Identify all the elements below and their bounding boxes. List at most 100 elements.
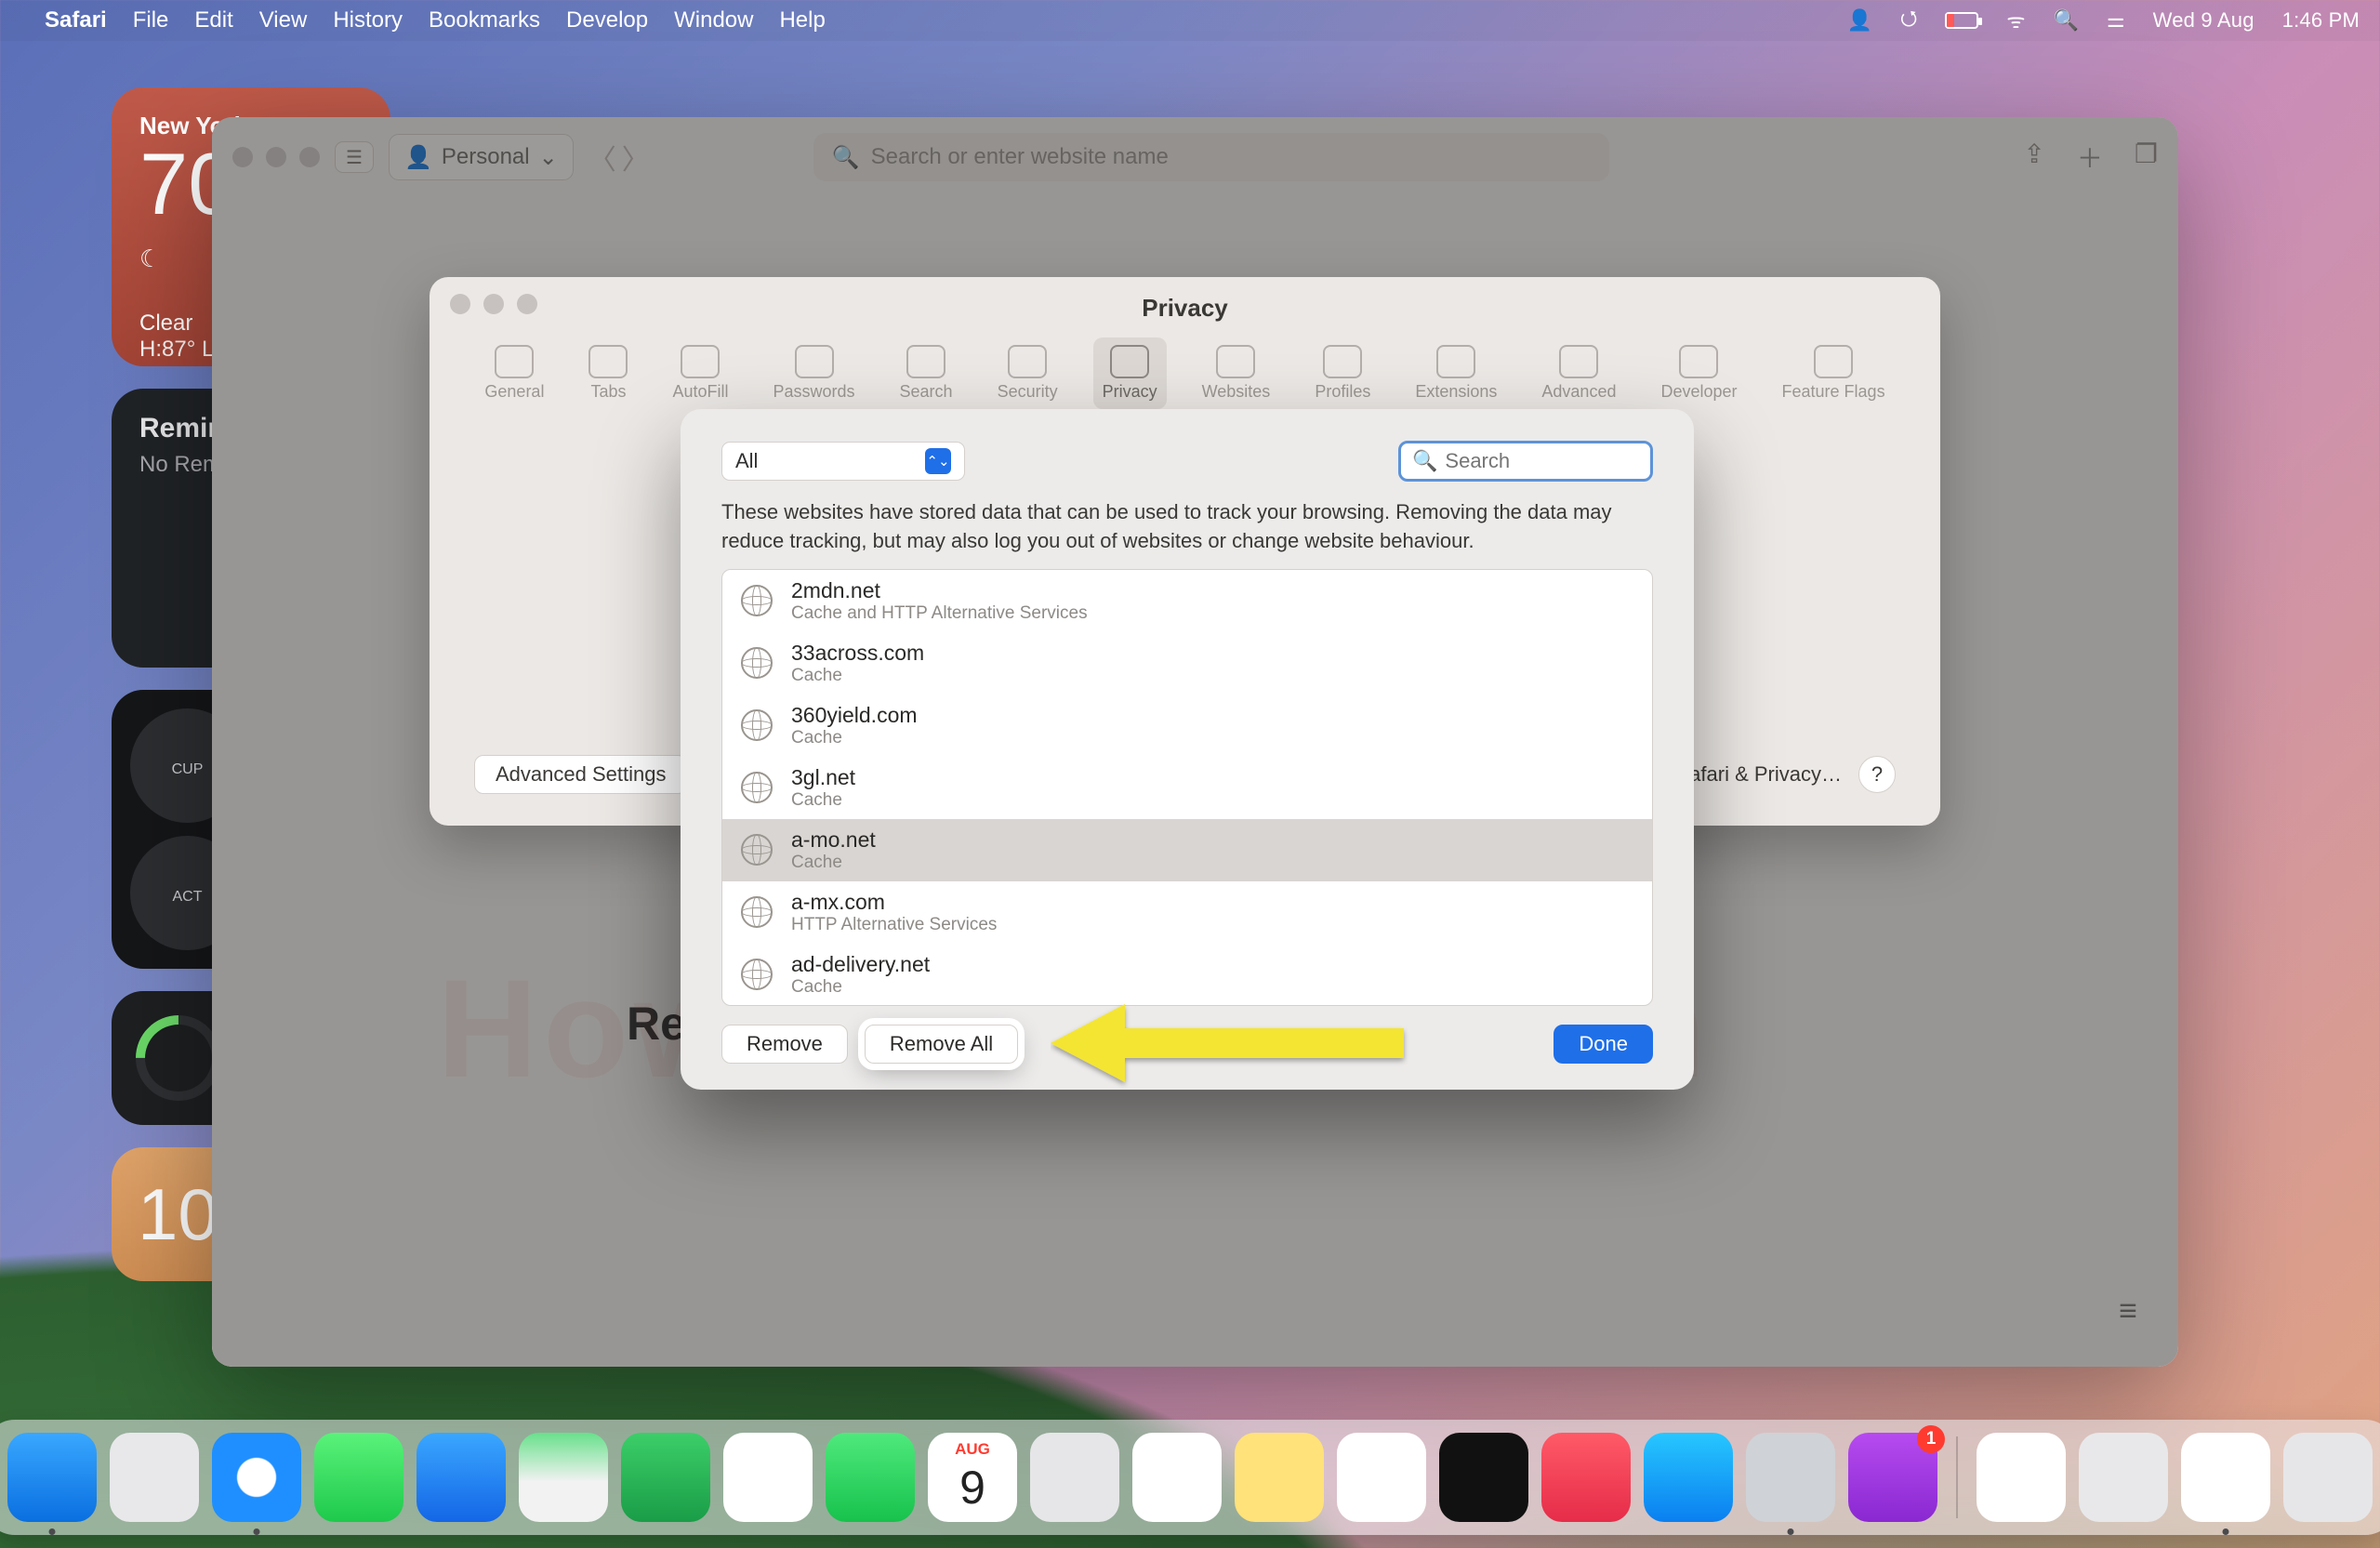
row-detail: Cache bbox=[791, 728, 918, 748]
dock-reminders[interactable] bbox=[1132, 1433, 1222, 1522]
tab-icon bbox=[1008, 345, 1047, 378]
annotation-arrow bbox=[1051, 987, 1422, 1118]
dock-messages[interactable] bbox=[314, 1433, 403, 1522]
dock-disk-utility[interactable] bbox=[2079, 1433, 2168, 1522]
spotlight-icon[interactable]: 🔍 bbox=[2053, 8, 2078, 33]
menu-history[interactable]: History bbox=[333, 7, 403, 33]
address-bar[interactable]: 🔍 Search or enter website name bbox=[813, 133, 1609, 181]
profile-button[interactable]: 👤 Personal ⌄ bbox=[389, 134, 574, 180]
website-data-row[interactable]: a-mx.comHTTP Alternative Services bbox=[722, 881, 1652, 944]
forward-button[interactable]: 〉 bbox=[622, 137, 650, 178]
website-data-row[interactable]: 33across.comCache bbox=[722, 632, 1652, 695]
safari-toolbar: ☰ 👤 Personal ⌄ 〈 〉 🔍 Search or enter web… bbox=[212, 117, 2178, 197]
dock-home[interactable] bbox=[1977, 1433, 2066, 1522]
dock-screenshot[interactable] bbox=[2181, 1433, 2270, 1522]
settings-tab-security[interactable]: Security bbox=[988, 337, 1067, 409]
filter-popup[interactable]: All ⌃⌄ bbox=[721, 442, 965, 481]
dock-contacts[interactable] bbox=[1030, 1433, 1119, 1522]
dock-photos[interactable] bbox=[723, 1433, 813, 1522]
settings-tab-passwords[interactable]: Passwords bbox=[763, 337, 864, 409]
start-page-settings-icon[interactable]: ≡ bbox=[2119, 1293, 2137, 1330]
dock-finder[interactable] bbox=[7, 1433, 97, 1522]
tab-label: AutoFill bbox=[672, 382, 728, 402]
search-input[interactable] bbox=[1445, 449, 1712, 473]
settings-tab-privacy[interactable]: Privacy bbox=[1093, 337, 1167, 409]
tab-icon bbox=[681, 345, 720, 378]
search-field[interactable]: 🔍 bbox=[1398, 441, 1653, 482]
tab-icon bbox=[1679, 345, 1718, 378]
website-data-row[interactable]: a-mo.netCache bbox=[722, 819, 1652, 881]
dock-appstore[interactable] bbox=[1644, 1433, 1733, 1522]
row-detail: Cache bbox=[791, 853, 876, 873]
remove-button[interactable]: Remove bbox=[721, 1025, 848, 1064]
menubar-date[interactable]: Wed 9 Aug bbox=[2153, 8, 2254, 33]
dock-maps[interactable] bbox=[519, 1433, 608, 1522]
dock-freeform[interactable] bbox=[1337, 1433, 1426, 1522]
row-detail: HTTP Alternative Services bbox=[791, 915, 997, 935]
help-button[interactable]: ? bbox=[1858, 756, 1896, 793]
dock-system-settings[interactable] bbox=[1746, 1433, 1835, 1522]
app-menu[interactable]: Safari bbox=[45, 7, 107, 33]
remove-all-button[interactable]: Remove All bbox=[865, 1025, 1018, 1064]
website-data-row[interactable]: 360yield.comCache bbox=[722, 695, 1652, 757]
dock-music[interactable] bbox=[1541, 1433, 1631, 1522]
website-data-row[interactable]: 3gl.netCache bbox=[722, 757, 1652, 819]
dock-mail[interactable] bbox=[416, 1433, 506, 1522]
tab-label: General bbox=[484, 382, 544, 402]
menu-window[interactable]: Window bbox=[674, 7, 753, 33]
timemachine-icon[interactable]: ⭯ bbox=[1900, 3, 1918, 38]
settings-tab-websites[interactable]: Websites bbox=[1193, 337, 1280, 409]
menubar-time[interactable]: 1:46 PM bbox=[2282, 8, 2360, 33]
user-icon[interactable]: 👤 bbox=[1846, 8, 1871, 33]
dock-safari[interactable] bbox=[212, 1433, 301, 1522]
back-button[interactable]: 〈 bbox=[588, 137, 616, 178]
menu-file[interactable]: File bbox=[133, 7, 169, 33]
done-button[interactable]: Done bbox=[1554, 1025, 1653, 1064]
tab-icon bbox=[1436, 345, 1475, 378]
dock-calendar[interactable]: AUG 9 bbox=[928, 1433, 1017, 1522]
row-domain: a-mx.com bbox=[791, 890, 997, 915]
settings-tab-tabs[interactable]: Tabs bbox=[579, 337, 637, 409]
wifi-icon[interactable]: ᯤ bbox=[2006, 7, 2025, 34]
settings-tab-feature-flags[interactable]: Feature Flags bbox=[1773, 337, 1895, 409]
settings-tab-extensions[interactable]: Extensions bbox=[1406, 337, 1506, 409]
settings-tab-autofill[interactable]: AutoFill bbox=[663, 337, 737, 409]
website-data-list[interactable]: 2mdn.netCache and HTTP Alternative Servi… bbox=[721, 569, 1653, 1006]
dock-launchpad[interactable] bbox=[110, 1433, 199, 1522]
new-tab-icon[interactable]: ＋ bbox=[2077, 139, 2103, 176]
menu-bookmarks[interactable]: Bookmarks bbox=[429, 7, 540, 33]
menu-edit[interactable]: Edit bbox=[194, 7, 232, 33]
dock-findmy[interactable] bbox=[621, 1433, 710, 1522]
tab-label: Feature Flags bbox=[1782, 382, 1885, 402]
dock-badge: 1 bbox=[1917, 1425, 1945, 1453]
menu-view[interactable]: View bbox=[259, 7, 308, 33]
settings-tab-search[interactable]: Search bbox=[891, 337, 962, 409]
window-traffic-lights[interactable] bbox=[450, 294, 537, 314]
battery-icon[interactable] bbox=[1945, 12, 1978, 29]
row-detail: Cache and HTTP Alternative Services bbox=[791, 603, 1088, 624]
dock-tv[interactable] bbox=[1439, 1433, 1528, 1522]
window-traffic-lights[interactable] bbox=[232, 147, 320, 167]
row-detail: Cache bbox=[791, 666, 924, 686]
dock-trash[interactable] bbox=[2283, 1433, 2373, 1522]
settings-tab-developer[interactable]: Developer bbox=[1651, 337, 1746, 409]
tabs-overview-icon[interactable]: ❐ bbox=[2135, 139, 2158, 176]
dock-facetime[interactable] bbox=[826, 1433, 915, 1522]
website-data-row[interactable]: 2mdn.netCache and HTTP Alternative Servi… bbox=[722, 570, 1652, 632]
settings-tab-general[interactable]: General bbox=[475, 337, 553, 409]
calendar-month: AUG bbox=[928, 1440, 1017, 1459]
settings-tab-advanced[interactable]: Advanced bbox=[1532, 337, 1625, 409]
dock-feedback[interactable]: 1 bbox=[1848, 1433, 1937, 1522]
tab-icon bbox=[795, 345, 834, 378]
tab-label: Developer bbox=[1660, 382, 1737, 402]
dock-notes[interactable] bbox=[1235, 1433, 1324, 1522]
tab-label: Security bbox=[998, 382, 1058, 402]
advanced-settings-button[interactable]: Advanced Settings bbox=[474, 755, 687, 794]
settings-tab-profiles[interactable]: Profiles bbox=[1305, 337, 1380, 409]
control-center-icon[interactable]: ⚌ bbox=[2107, 8, 2125, 33]
menu-help[interactable]: Help bbox=[779, 7, 825, 33]
sidebar-toggle-icon[interactable]: ☰ bbox=[335, 141, 374, 173]
share-icon[interactable]: ⇪ bbox=[2023, 139, 2044, 176]
tab-label: Extensions bbox=[1415, 382, 1497, 402]
menu-develop[interactable]: Develop bbox=[566, 7, 648, 33]
